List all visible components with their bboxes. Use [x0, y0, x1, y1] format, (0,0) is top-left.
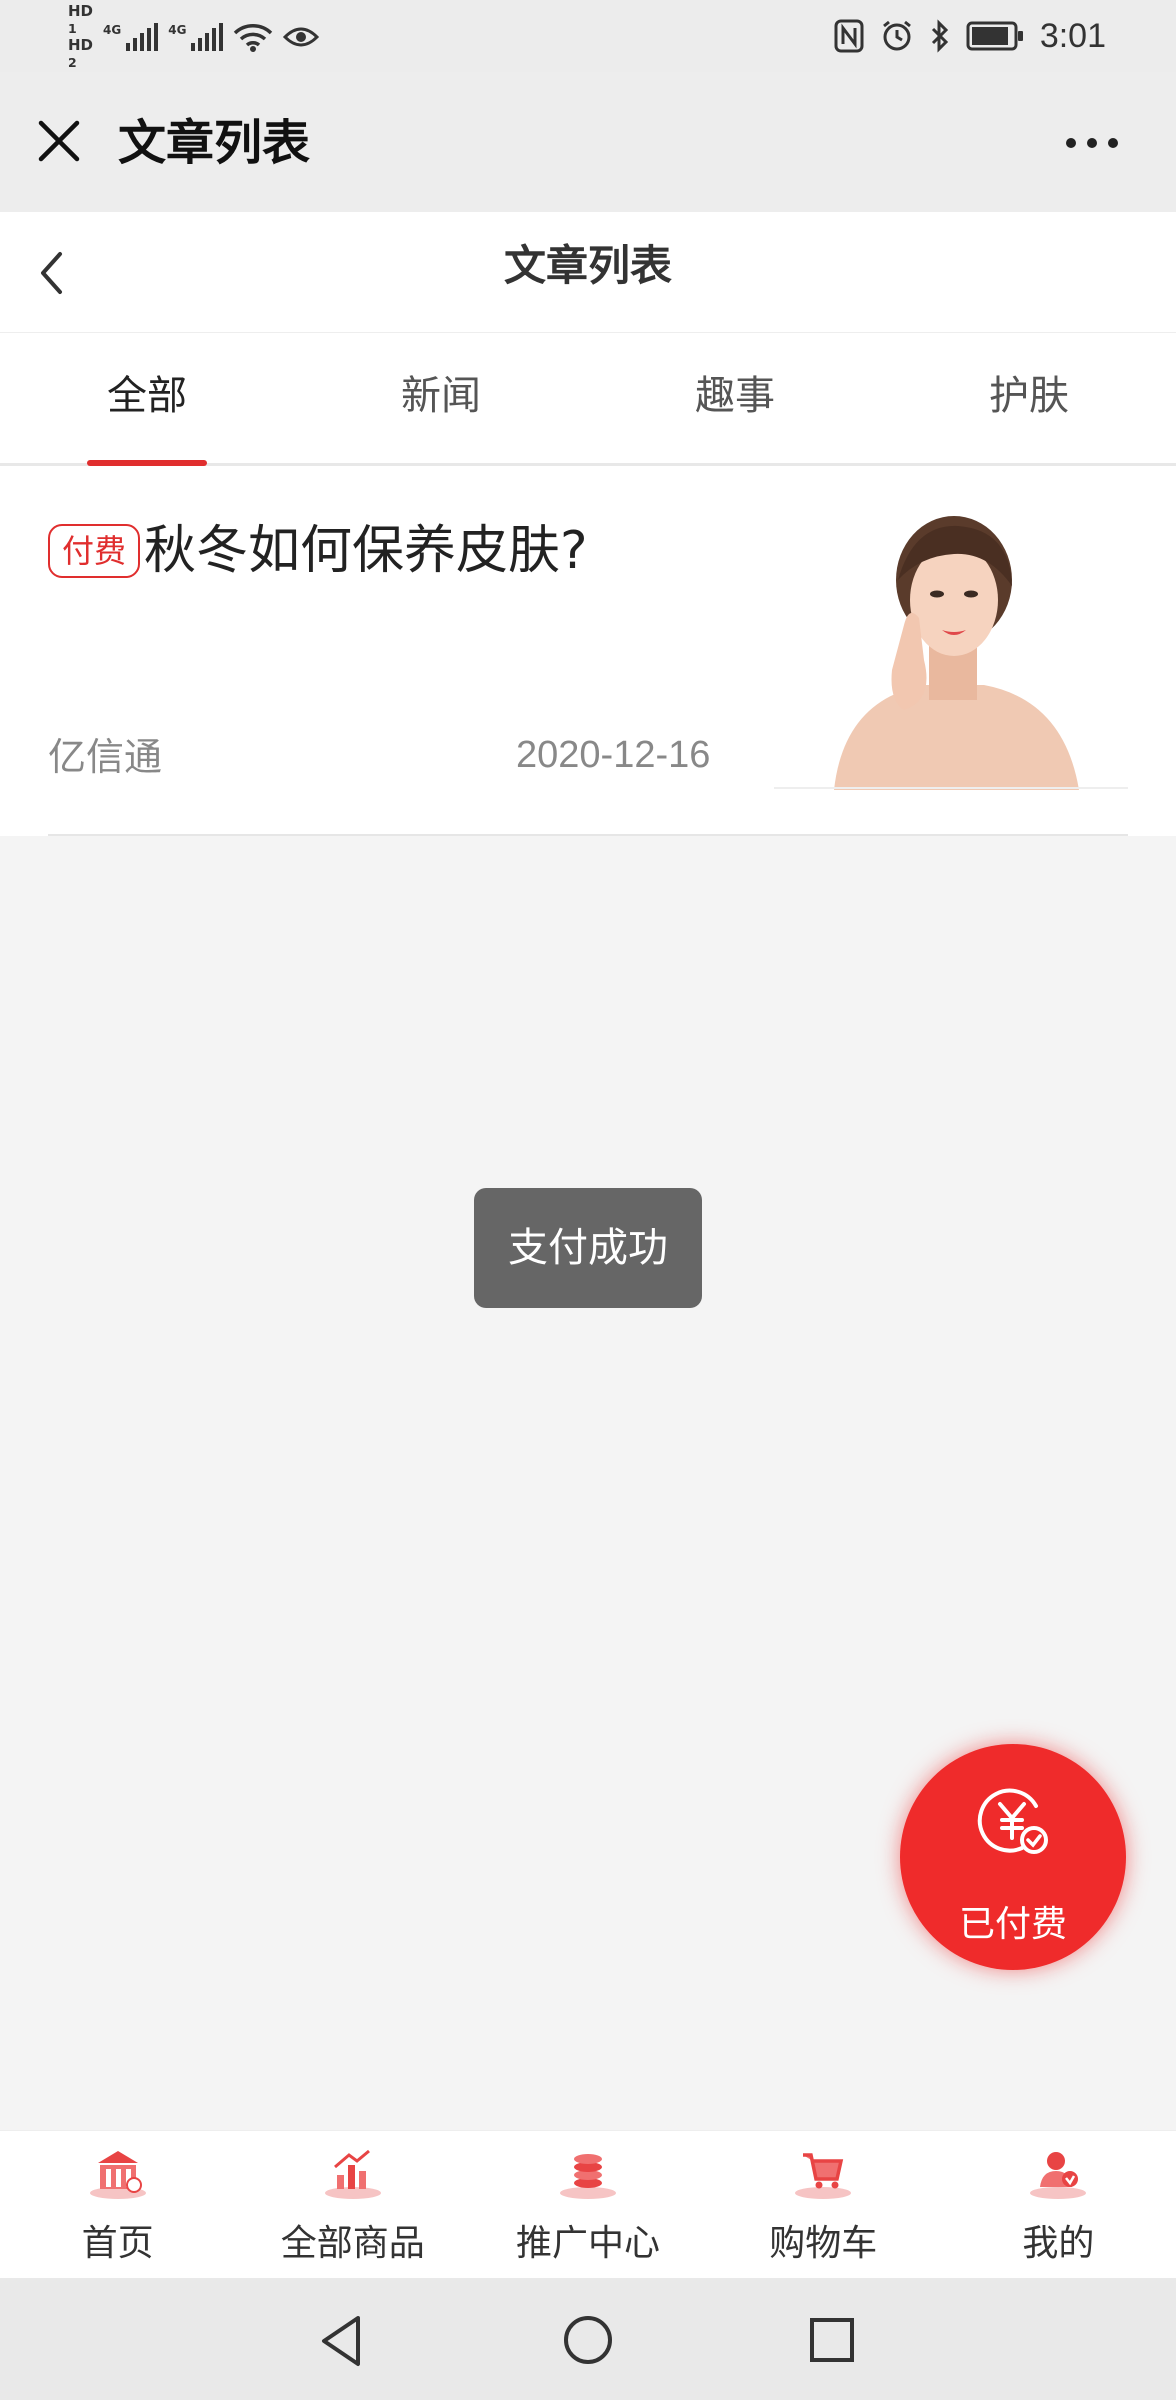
- tab-label: 全部: [107, 373, 187, 419]
- status-left: HD 1 HD 2 4G 4G: [68, 3, 320, 70]
- coins-icon: [560, 2154, 616, 2199]
- yuan-check-icon: [977, 1788, 1048, 1854]
- network2-label: 4G: [168, 23, 187, 37]
- article-author: 亿信通: [48, 735, 163, 779]
- tab-label: 新闻: [401, 373, 481, 419]
- sim2-number: 2: [68, 55, 77, 70]
- toast-message: 支付成功: [474, 1188, 702, 1308]
- tab-all[interactable]: 全部: [0, 333, 294, 466]
- tabbar-label: 推广中心: [516, 2223, 661, 2264]
- products-icon: [324, 2149, 381, 2199]
- signal-icon: 4G: [103, 23, 159, 51]
- sim1-label: HD: [68, 2, 94, 20]
- paid-fab-label: 已付费: [958, 1904, 1067, 1945]
- eye-icon: [283, 27, 320, 47]
- alarm-icon: [882, 20, 911, 51]
- article-divider: [48, 834, 1128, 836]
- tabbar-item-products[interactable]: 全部商品: [235, 2131, 470, 2279]
- clock: 3:01: [1039, 16, 1106, 55]
- status-right: 3:01: [834, 14, 1106, 58]
- tab-news[interactable]: 新闻: [294, 333, 588, 463]
- recents-square-icon[interactable]: [808, 2316, 856, 2364]
- tabbar-label: 购物车: [769, 2223, 878, 2264]
- sim-indicators: HD 1 HD 2: [68, 3, 93, 71]
- signal2-icon: 4G: [168, 23, 224, 51]
- network1-label: 4G: [103, 23, 122, 37]
- sim2-label: HD: [68, 36, 94, 54]
- battery-icon: [966, 21, 1023, 51]
- bottom-tabbar: 首页 全部商品 推广中心 购物车 我的: [0, 2130, 1176, 2279]
- article-date: 2020-12-16: [516, 734, 711, 776]
- tab-label: 护肤: [989, 373, 1069, 419]
- article-title-row: 付费 秋冬如何保养皮肤?: [48, 516, 778, 586]
- cart-icon: [795, 2153, 852, 2199]
- tabbar-item-home[interactable]: 首页: [0, 2131, 235, 2279]
- tabbar-label: 全部商品: [280, 2223, 425, 2264]
- article-title[interactable]: 秋冬如何保养皮肤?: [144, 516, 588, 586]
- tab-label: 趣事: [695, 373, 775, 419]
- tabbar-label: 首页: [81, 2223, 154, 2264]
- tabbar-item-cart[interactable]: 购物车: [706, 2131, 941, 2279]
- category-tabs: 全部 新闻 趣事 护肤: [0, 333, 1176, 466]
- paid-tag: 付费: [48, 524, 141, 578]
- system-nav-bar: [0, 2278, 1176, 2400]
- sim1-number: 1: [68, 21, 77, 36]
- tabbar-item-mine[interactable]: 我的: [941, 2131, 1176, 2279]
- home-circle-icon[interactable]: [562, 2314, 614, 2366]
- tab-skincare[interactable]: 护肤: [882, 333, 1176, 463]
- bluetooth-icon: [931, 19, 948, 53]
- tabbar-item-promotion[interactable]: 推广中心: [470, 2131, 705, 2279]
- page-title: 文章列表: [503, 241, 672, 290]
- user-icon: [1030, 2152, 1087, 2199]
- miniprogram-title: 文章列表: [118, 115, 311, 171]
- wifi-icon: [234, 24, 273, 52]
- article-thumbnail[interactable]: [774, 500, 1128, 790]
- more-icon[interactable]: [1066, 138, 1118, 148]
- tabbar-label: 我的: [1022, 2223, 1095, 2264]
- tab-fun[interactable]: 趣事: [588, 333, 882, 463]
- home-bank-icon: [89, 2151, 146, 2199]
- back-triangle-icon[interactable]: [318, 2314, 364, 2368]
- close-icon[interactable]: [36, 118, 82, 164]
- nfc-icon: [834, 19, 864, 53]
